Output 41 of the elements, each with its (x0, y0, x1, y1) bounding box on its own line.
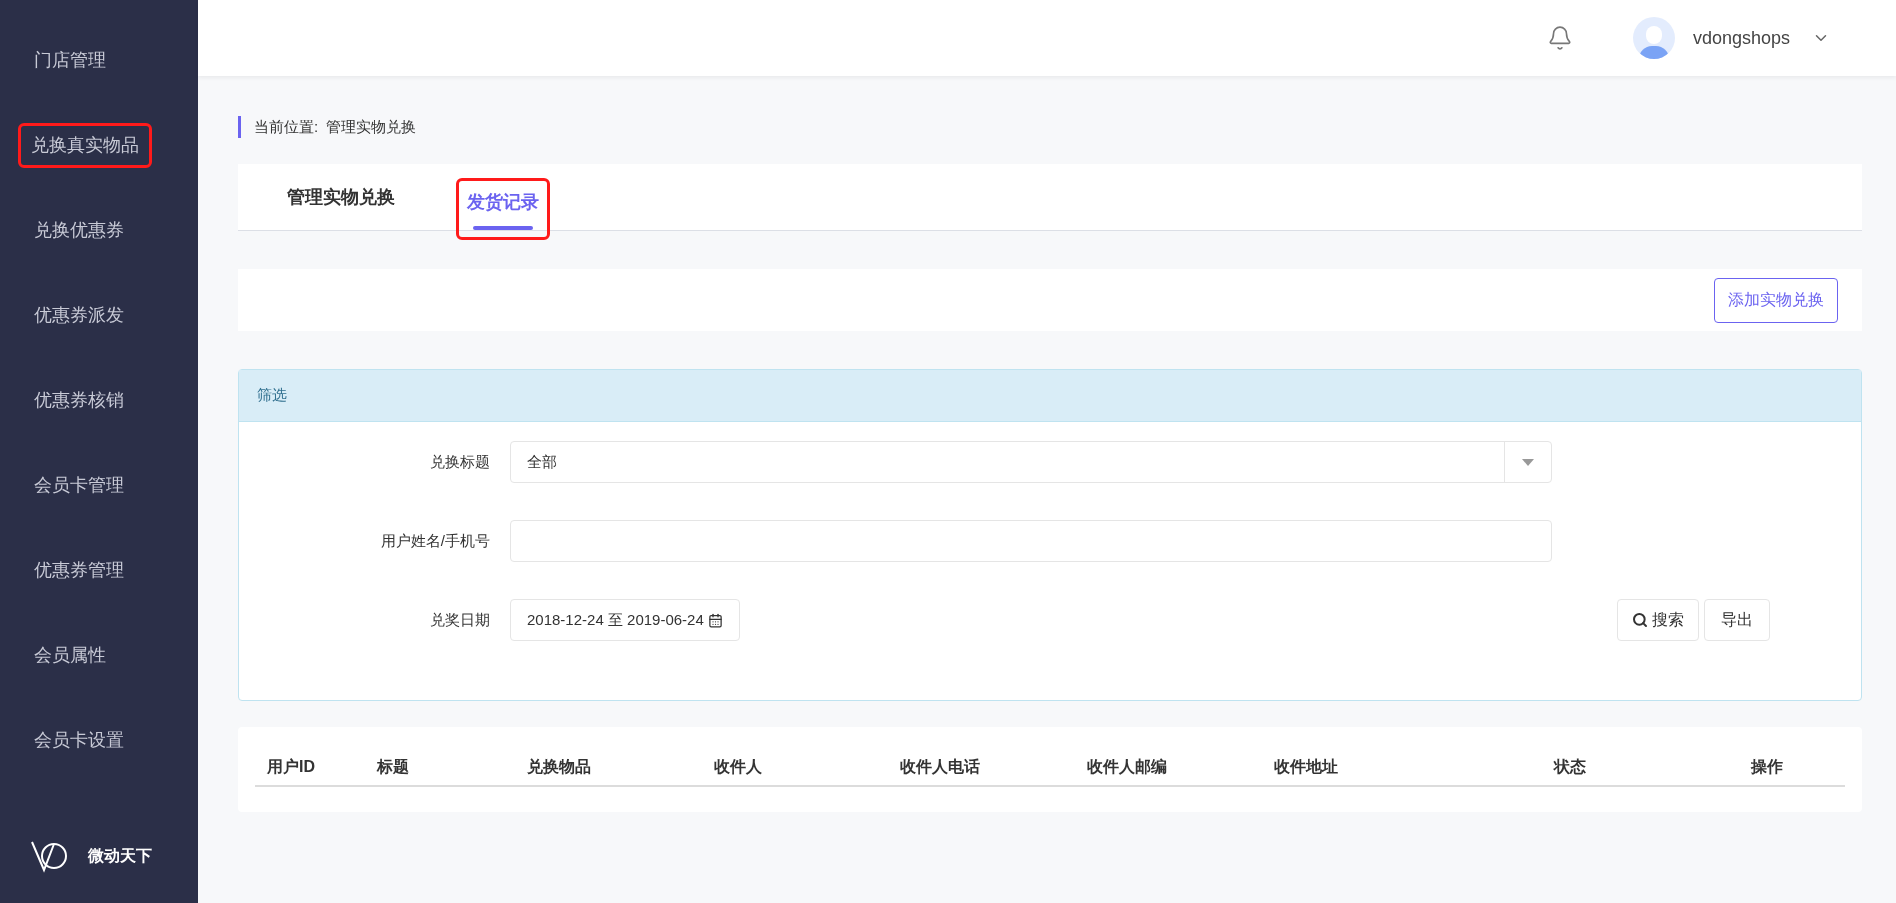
filter-title: 筛选 (257, 385, 287, 406)
caret-icon (1522, 458, 1534, 466)
sidebar-item[interactable]: 优惠券派发 (21, 293, 137, 338)
column-header: 兑换物品 (527, 757, 592, 777)
column-header: 收件地址 (1274, 757, 1339, 777)
add-button[interactable]: 添加实物兑换 (1714, 277, 1838, 323)
column-header: 收件人电话 (900, 757, 981, 777)
column-header: 标题 (377, 757, 410, 777)
sidebar-item[interactable]: 会员卡管理 (21, 463, 137, 508)
column-header: 操作 (1751, 757, 1784, 777)
field-label: 兑换标题 (429, 451, 491, 472)
sidebar-item[interactable]: 兑换优惠券 (21, 208, 137, 253)
column-header: 状态 (1554, 757, 1587, 777)
search-icon (1632, 612, 1648, 628)
sidebar-item[interactable]: 优惠券管理 (21, 548, 137, 593)
sidebar-item[interactable]: 优惠券核销 (21, 378, 137, 423)
sidebar-item[interactable]: 会员卡设置 (21, 718, 137, 763)
select-field[interactable]: 全部 (510, 441, 1552, 483)
search-button[interactable]: 搜索 (1617, 599, 1699, 641)
column-header: 收件人邮编 (1087, 757, 1168, 777)
tab-underline (473, 225, 533, 230)
breadcrumb-current: 管理实物兑换 (326, 116, 417, 137)
date-range-field[interactable]: 2018-12-24 至 2019-06-24 (510, 599, 740, 641)
tab[interactable]: 发货记录 (456, 178, 550, 240)
breadcrumb-label: 当前位置: (254, 116, 319, 137)
export-button[interactable]: 导出 (1704, 599, 1770, 641)
sidebar-item[interactable]: 会员属性 (21, 633, 119, 678)
sidebar-item[interactable]: 兑换真实物品 (18, 123, 152, 168)
brand-name: 微动天下 (88, 846, 152, 866)
field-label: 兑奖日期 (429, 609, 491, 630)
input-field[interactable] (510, 520, 1552, 562)
avatar-icon[interactable] (1632, 17, 1675, 59)
username[interactable]: vdongshops (1692, 24, 1790, 52)
select-value: 全部 (526, 451, 558, 472)
logo-icon (30, 839, 68, 873)
calendar-icon (707, 612, 723, 628)
column-header: 用户ID (267, 757, 316, 777)
tab[interactable]: 管理实物兑换 (276, 164, 406, 230)
sidebar-item[interactable]: 门店管理 (21, 38, 119, 83)
column-header: 收件人 (714, 757, 763, 777)
field-label: 用户姓名/手机号 (379, 530, 491, 551)
